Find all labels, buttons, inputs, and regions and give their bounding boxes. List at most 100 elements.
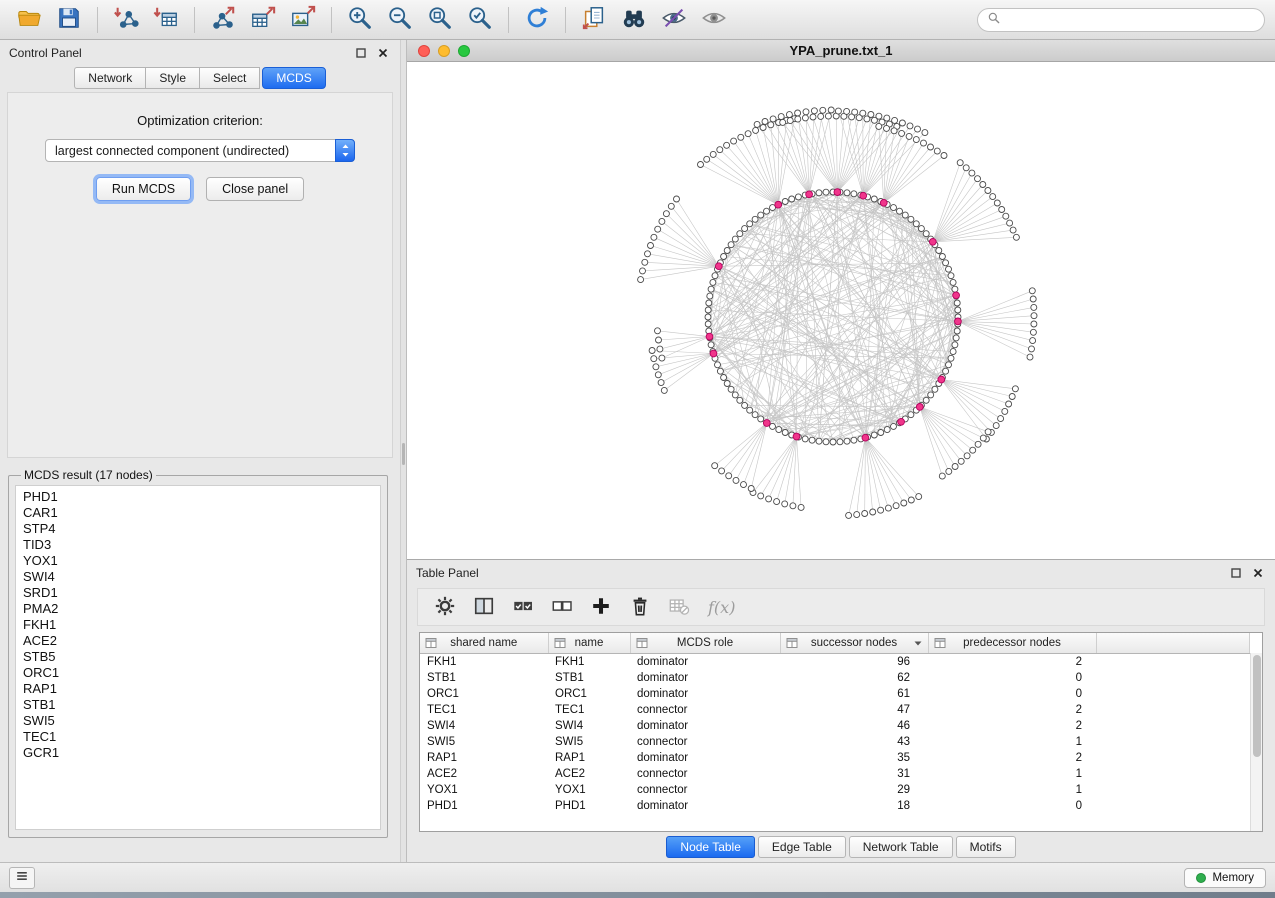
open-session-button[interactable] — [10, 4, 48, 36]
zoom-in-button[interactable] — [341, 4, 379, 36]
search-input[interactable] — [1007, 13, 1255, 27]
splitter-handle[interactable] — [402, 443, 405, 465]
new-column-button[interactable] — [587, 593, 615, 621]
delete-table-button[interactable] — [665, 593, 693, 621]
mcds-result-item[interactable]: SWI5 — [23, 713, 373, 729]
status-menu-button[interactable] — [9, 867, 35, 889]
mcds-result-item[interactable]: STB5 — [23, 649, 373, 665]
float-table-panel-icon[interactable] — [1227, 565, 1244, 581]
close-panel-icon[interactable] — [374, 45, 391, 61]
network-view-window: YPA_prune.txt_1 — [407, 40, 1275, 560]
table-row[interactable]: PHD1PHD1dominator180 — [420, 798, 1250, 814]
table-row[interactable]: ACE2ACE2connector311 — [420, 766, 1250, 782]
mcds-result-item[interactable]: PMA2 — [23, 601, 373, 617]
column-label: name — [575, 637, 604, 649]
export-network-button[interactable] — [204, 4, 242, 36]
table-scrollbar[interactable] — [1250, 653, 1262, 831]
float-panel-icon[interactable] — [352, 45, 369, 61]
function-builder-button[interactable]: f(x) — [708, 598, 735, 617]
tab-motifs[interactable]: Motifs — [956, 836, 1016, 858]
cell-shared-name: ACE2 — [420, 766, 548, 782]
tab-mcds[interactable]: MCDS — [262, 67, 325, 89]
table-row[interactable]: ORC1ORC1dominator610 — [420, 686, 1250, 702]
window-minimize-button[interactable] — [438, 45, 450, 57]
select-all-button[interactable] — [509, 593, 537, 621]
tab-network[interactable]: Network — [74, 67, 145, 89]
import-table-button[interactable] — [147, 4, 185, 36]
network-canvas[interactable] — [407, 62, 1275, 559]
mcds-result-item[interactable]: PHD1 — [23, 489, 373, 505]
clone-network-button[interactable] — [575, 4, 613, 36]
columns-icon — [473, 595, 495, 620]
mcds-result-item[interactable]: FKH1 — [23, 617, 373, 633]
toolbar-search[interactable] — [977, 8, 1265, 32]
deselect-all-button[interactable] — [548, 593, 576, 621]
table-row[interactable]: SWI4SWI4dominator462 — [420, 718, 1250, 734]
column-header-shared-name[interactable]: shared name — [420, 633, 548, 653]
hide-selected-button[interactable] — [655, 4, 693, 36]
table-row[interactable]: YOX1YOX1connector291 — [420, 782, 1250, 798]
mcds-result-item[interactable]: SRD1 — [23, 585, 373, 601]
close-table-panel-icon[interactable] — [1249, 565, 1266, 581]
main-toolbar — [0, 0, 1275, 40]
save-session-button[interactable] — [50, 4, 88, 36]
column-visibility-button[interactable] — [470, 593, 498, 621]
tab-style[interactable]: Style — [145, 67, 199, 89]
mcds-result-list[interactable]: PHD1 CAR1 STP4 TID3 YOX1 SWI4 SRD1 PMA2 … — [15, 485, 381, 830]
mcds-result-item[interactable]: RAP1 — [23, 681, 373, 697]
delete-column-button[interactable] — [626, 593, 654, 621]
table-row[interactable]: FKH1FKH1dominator962 — [420, 653, 1250, 670]
table-row[interactable]: RAP1RAP1dominator352 — [420, 750, 1250, 766]
column-options-icon — [786, 637, 798, 649]
table-settings-button[interactable] — [431, 593, 459, 621]
control-panel-tabs: Network Style Select MCDS — [0, 67, 400, 89]
cell-shared-name: SWI5 — [420, 734, 548, 750]
tab-select[interactable]: Select — [199, 67, 260, 89]
mcds-result-item[interactable]: STP4 — [23, 521, 373, 537]
zoom-selected-button[interactable] — [461, 4, 499, 36]
tab-edge-table[interactable]: Edge Table — [758, 836, 846, 858]
column-header-successor-nodes[interactable]: successor nodes — [780, 633, 928, 653]
column-header-name[interactable]: name — [548, 633, 630, 653]
export-network-icon — [210, 5, 236, 34]
panel-splitter[interactable] — [400, 40, 407, 862]
window-close-button[interactable] — [418, 45, 430, 57]
apply-layout-button[interactable] — [518, 4, 556, 36]
mcds-result-item[interactable]: TEC1 — [23, 729, 373, 745]
save-icon — [56, 5, 82, 34]
column-header-predecessor-nodes[interactable]: predecessor nodes — [928, 633, 1096, 653]
criterion-dropdown[interactable]: largest connected component (undirected) — [45, 139, 355, 162]
run-mcds-button[interactable]: Run MCDS — [96, 177, 191, 201]
memory-button[interactable]: Memory — [1184, 868, 1266, 888]
import-network-button[interactable] — [107, 4, 145, 36]
table-row[interactable]: TEC1TEC1connector472 — [420, 702, 1250, 718]
close-panel-button[interactable]: Close panel — [206, 177, 304, 201]
tab-network-table[interactable]: Network Table — [849, 836, 953, 858]
mcds-result-item[interactable]: SWI4 — [23, 569, 373, 585]
table-tabs: Node Table Edge Table Network Table Moti… — [407, 832, 1275, 862]
mcds-result-item[interactable]: ORC1 — [23, 665, 373, 681]
find-button[interactable] — [615, 4, 653, 36]
show-all-button[interactable] — [695, 4, 733, 36]
scrollbar-thumb[interactable] — [1253, 655, 1261, 757]
refresh-layout-icon — [524, 5, 550, 34]
mcds-result-item[interactable]: CAR1 — [23, 505, 373, 521]
zoom-fit-button[interactable] — [421, 4, 459, 36]
cell-name: SWI4 — [548, 718, 630, 734]
delete-table-disabled-icon — [668, 595, 690, 620]
table-row[interactable]: STB1STB1dominator620 — [420, 670, 1250, 686]
table-row[interactable]: SWI5SWI5connector431 — [420, 734, 1250, 750]
mcds-result-item[interactable]: YOX1 — [23, 553, 373, 569]
mcds-result-item[interactable]: STB1 — [23, 697, 373, 713]
mcds-result-item[interactable]: ACE2 — [23, 633, 373, 649]
zoom-out-button[interactable] — [381, 4, 419, 36]
cell-successor-nodes: 18 — [780, 798, 928, 814]
mcds-result-item[interactable]: TID3 — [23, 537, 373, 553]
mcds-result-item[interactable]: GCR1 — [23, 745, 373, 761]
export-table-button[interactable] — [244, 4, 282, 36]
column-header-mcds-role[interactable]: MCDS role — [630, 633, 780, 653]
tab-node-table[interactable]: Node Table — [666, 836, 755, 858]
cell-successor-nodes: 43 — [780, 734, 928, 750]
export-image-button[interactable] — [284, 4, 322, 36]
window-zoom-button[interactable] — [458, 45, 470, 57]
